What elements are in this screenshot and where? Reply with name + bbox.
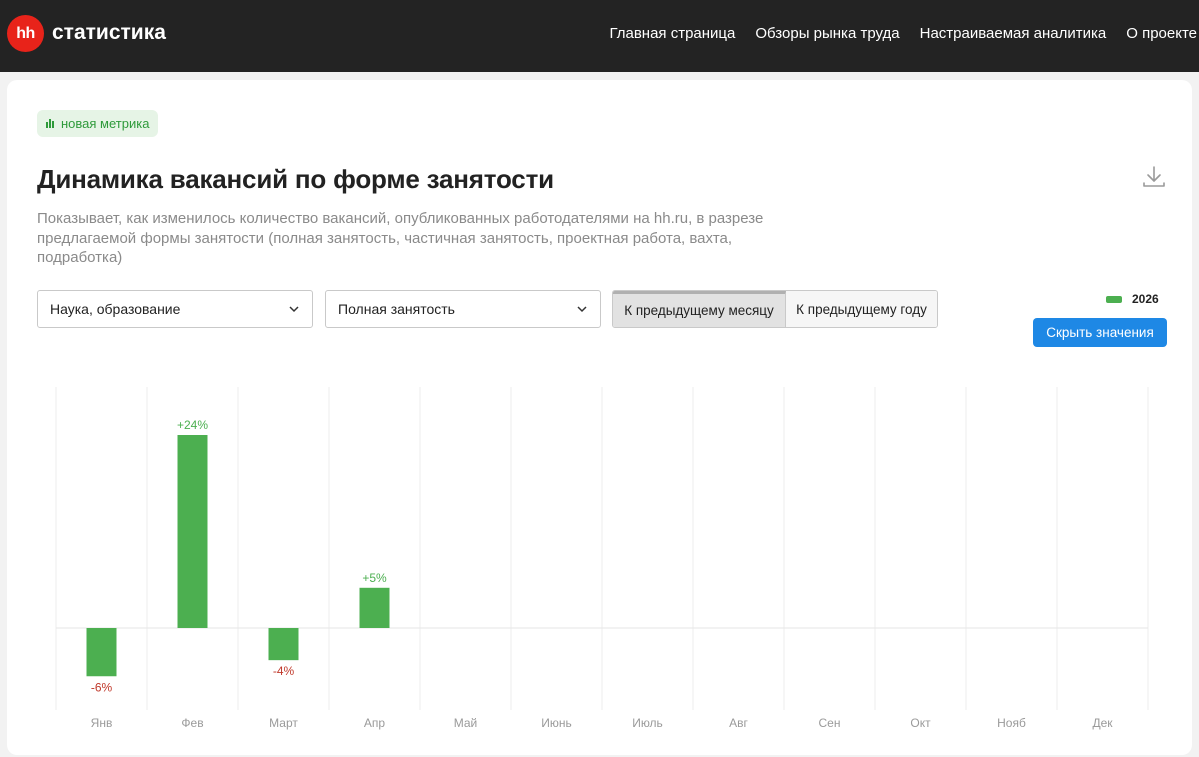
data-label: +5% (362, 571, 387, 585)
data-label: +24% (177, 418, 208, 432)
brand-name[interactable]: статистика (52, 21, 166, 45)
x-tick-label: Май (454, 716, 478, 730)
x-tick-label: Июль (632, 716, 663, 730)
main-nav: Главная страница Обзоры рынка труда Наст… (609, 24, 1197, 44)
top-navigation-bar: hh статистика Главная страница Обзоры ры… (0, 0, 1199, 72)
nav-home-link[interactable]: Главная страница (609, 24, 735, 44)
nav-about-link[interactable]: О проекте (1126, 24, 1197, 44)
x-tick-label: Дек (1092, 716, 1113, 730)
bar[interactable] (359, 587, 390, 628)
x-tick-label: Янв (91, 716, 113, 730)
x-tick-label: Апр (364, 716, 386, 730)
x-tick-label: Март (269, 716, 298, 730)
bar-chart: Янв -6% Фев +24% Март -4% Апр +5% Май Июнь Июль Авг… (55, 387, 1149, 730)
nav-market-reviews-link[interactable]: Обзоры рынка труда (755, 24, 899, 44)
bar[interactable] (86, 628, 117, 677)
metric-card: новая метрика Динамика вакансий по форме… (7, 80, 1192, 755)
x-tick-label: Июнь (541, 716, 572, 730)
data-label: -6% (91, 680, 113, 694)
data-label: -4% (273, 664, 295, 678)
x-tick-label: Авг (729, 716, 748, 730)
x-tick-label: Нояб (997, 716, 1026, 730)
bar[interactable] (177, 435, 208, 628)
x-tick-label: Сен (819, 716, 841, 730)
x-tick-label: Фев (181, 716, 203, 730)
bar[interactable] (268, 628, 299, 661)
nav-custom-analytics-link[interactable]: Настраиваемая аналитика (920, 24, 1107, 44)
x-tick-label: Окт (910, 716, 931, 730)
hh-logo[interactable]: hh (7, 15, 44, 52)
